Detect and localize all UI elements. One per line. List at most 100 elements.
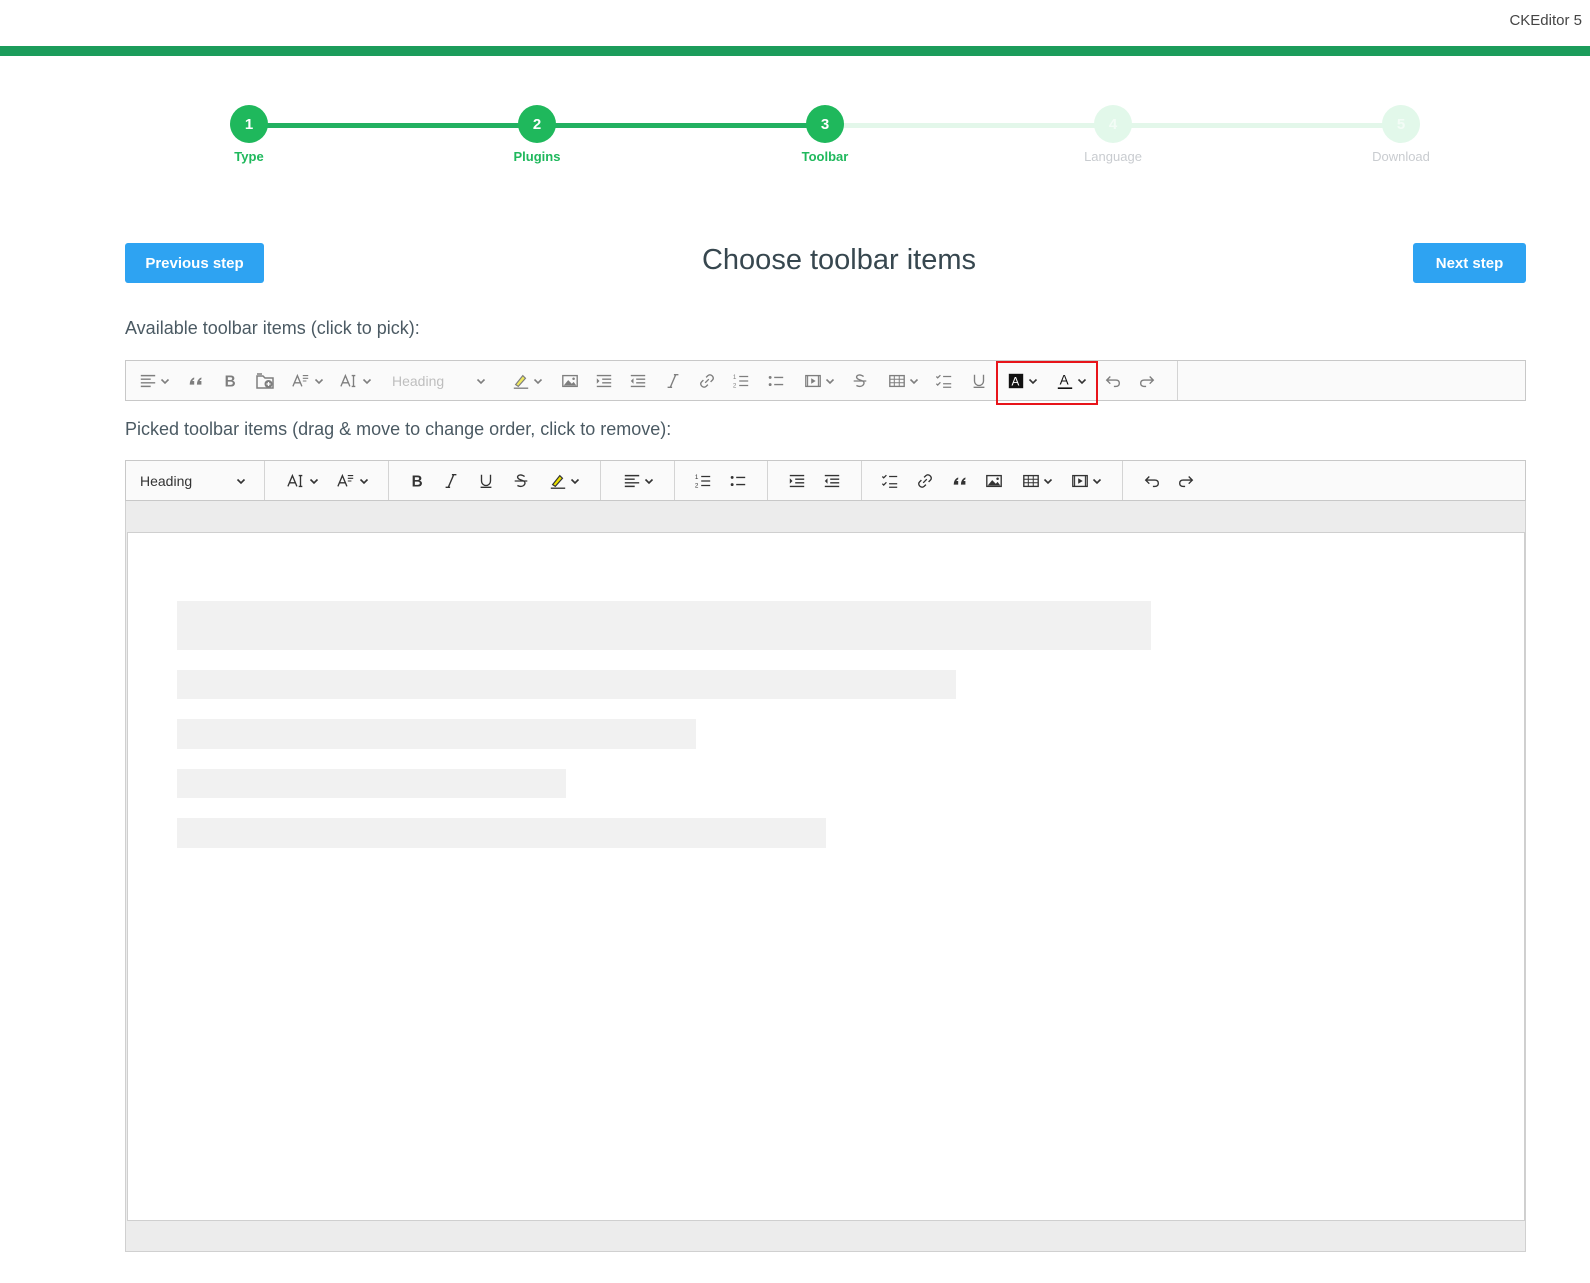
step-number: 2 bbox=[518, 105, 556, 143]
available-bold[interactable] bbox=[214, 361, 246, 400]
alignment-icon bbox=[623, 472, 641, 490]
step-type[interactable]: 1 Type bbox=[189, 105, 309, 164]
available-link[interactable] bbox=[691, 361, 723, 400]
chevron-down-icon bbox=[1092, 476, 1102, 486]
image-icon bbox=[985, 472, 1003, 490]
picked-strikethrough[interactable] bbox=[505, 461, 537, 500]
picked-font-family[interactable] bbox=[280, 461, 324, 500]
step-label: Language bbox=[1084, 149, 1142, 164]
link-icon bbox=[916, 472, 934, 490]
available-numbered-list[interactable] bbox=[725, 361, 757, 400]
picked-font-size[interactable] bbox=[330, 461, 374, 500]
available-insert-table[interactable] bbox=[882, 361, 924, 400]
toolbar-separator bbox=[1177, 361, 1178, 400]
step-download[interactable]: 5 Download bbox=[1341, 105, 1461, 164]
available-todo-list[interactable] bbox=[928, 361, 960, 400]
step-number: 5 bbox=[1382, 105, 1420, 143]
available-items-label: Available toolbar items (click to pick): bbox=[125, 318, 420, 338]
chevron-down-icon bbox=[825, 376, 835, 386]
font-size-icon bbox=[336, 472, 356, 490]
bulleted-list-icon bbox=[767, 372, 785, 390]
available-alignment[interactable] bbox=[134, 361, 174, 400]
step-plugins[interactable]: 2 Plugins bbox=[477, 105, 597, 164]
media-embed-icon bbox=[804, 372, 822, 390]
picked-redo[interactable] bbox=[1170, 461, 1202, 500]
available-image-upload[interactable] bbox=[554, 361, 586, 400]
available-ckfinder[interactable] bbox=[248, 361, 282, 400]
step-label: Plugins bbox=[513, 149, 561, 164]
available-block-quote[interactable] bbox=[180, 361, 212, 400]
step-toolbar[interactable]: 3 Toolbar bbox=[765, 105, 885, 164]
numbered-list-icon bbox=[732, 372, 750, 390]
ckfinder-icon bbox=[255, 371, 275, 391]
picked-alignment[interactable] bbox=[616, 461, 660, 500]
numbered-list-icon bbox=[694, 472, 712, 490]
outdent-icon bbox=[823, 472, 841, 490]
picked-image-upload[interactable] bbox=[978, 461, 1010, 500]
picked-numbered-list[interactable] bbox=[687, 461, 719, 500]
available-indent[interactable] bbox=[588, 361, 620, 400]
picked-bulleted-list[interactable] bbox=[722, 461, 754, 500]
picked-underline[interactable] bbox=[470, 461, 502, 500]
toolbar-separator bbox=[1122, 461, 1123, 500]
available-strikethrough[interactable] bbox=[844, 361, 876, 400]
undo-icon bbox=[1143, 472, 1161, 490]
available-toolbar: Heading bbox=[125, 360, 1526, 401]
highlight-icon bbox=[512, 372, 530, 390]
picked-undo[interactable] bbox=[1136, 461, 1168, 500]
bold-icon bbox=[221, 372, 239, 390]
todo-list-icon bbox=[881, 472, 899, 490]
available-italic[interactable] bbox=[657, 361, 689, 400]
available-heading-dropdown[interactable]: Heading bbox=[378, 361, 500, 400]
available-undo[interactable] bbox=[1097, 361, 1129, 400]
placeholder-line bbox=[177, 670, 956, 699]
picked-toolbar: Heading bbox=[125, 460, 1526, 501]
font-size-icon bbox=[291, 372, 311, 390]
step-number: 4 bbox=[1094, 105, 1132, 143]
available-bulleted-list[interactable] bbox=[760, 361, 792, 400]
available-outdent[interactable] bbox=[622, 361, 654, 400]
available-highlight[interactable] bbox=[506, 361, 548, 400]
chevron-down-icon bbox=[309, 476, 319, 486]
undo-icon bbox=[1104, 372, 1122, 390]
outdent-icon bbox=[629, 372, 647, 390]
picked-insert-table[interactable] bbox=[1015, 461, 1059, 500]
font-background-color-icon bbox=[1007, 372, 1025, 390]
available-font-family[interactable] bbox=[334, 361, 376, 400]
heading-dropdown-label: Heading bbox=[140, 472, 193, 489]
placeholder-heading bbox=[177, 601, 1151, 650]
redo-icon bbox=[1177, 472, 1195, 490]
picked-highlight[interactable] bbox=[542, 461, 586, 500]
step-label: Type bbox=[234, 149, 264, 164]
picked-bold[interactable] bbox=[401, 461, 433, 500]
picked-link[interactable] bbox=[909, 461, 941, 500]
picked-heading-dropdown[interactable]: Heading bbox=[126, 461, 260, 500]
chevron-down-icon bbox=[362, 376, 372, 386]
available-font-background-color[interactable] bbox=[1000, 361, 1044, 400]
picked-italic[interactable] bbox=[435, 461, 467, 500]
redo-icon bbox=[1138, 372, 1156, 390]
picked-outdent[interactable] bbox=[816, 461, 848, 500]
picked-todo-list[interactable] bbox=[874, 461, 906, 500]
next-step-button[interactable]: Next step bbox=[1413, 243, 1526, 283]
available-font-size[interactable] bbox=[286, 361, 328, 400]
chevron-down-icon bbox=[359, 476, 369, 486]
available-font-color[interactable] bbox=[1048, 361, 1094, 400]
chevron-down-icon bbox=[533, 376, 543, 386]
available-underline[interactable] bbox=[963, 361, 995, 400]
picked-indent[interactable] bbox=[781, 461, 813, 500]
chevron-down-icon bbox=[314, 376, 324, 386]
step-number: 1 bbox=[230, 105, 268, 143]
top-accent-bar bbox=[0, 46, 1590, 56]
step-language[interactable]: 4 Language bbox=[1053, 105, 1173, 164]
picked-block-quote[interactable] bbox=[944, 461, 976, 500]
toolbar-separator bbox=[674, 461, 675, 500]
editor-preview-container bbox=[125, 501, 1526, 1252]
table-icon bbox=[1022, 472, 1040, 490]
available-redo[interactable] bbox=[1131, 361, 1163, 400]
available-media-embed[interactable] bbox=[798, 361, 840, 400]
chevron-down-icon bbox=[909, 376, 919, 386]
underline-icon bbox=[970, 372, 988, 390]
table-icon bbox=[888, 372, 906, 390]
picked-media-embed[interactable] bbox=[1064, 461, 1108, 500]
